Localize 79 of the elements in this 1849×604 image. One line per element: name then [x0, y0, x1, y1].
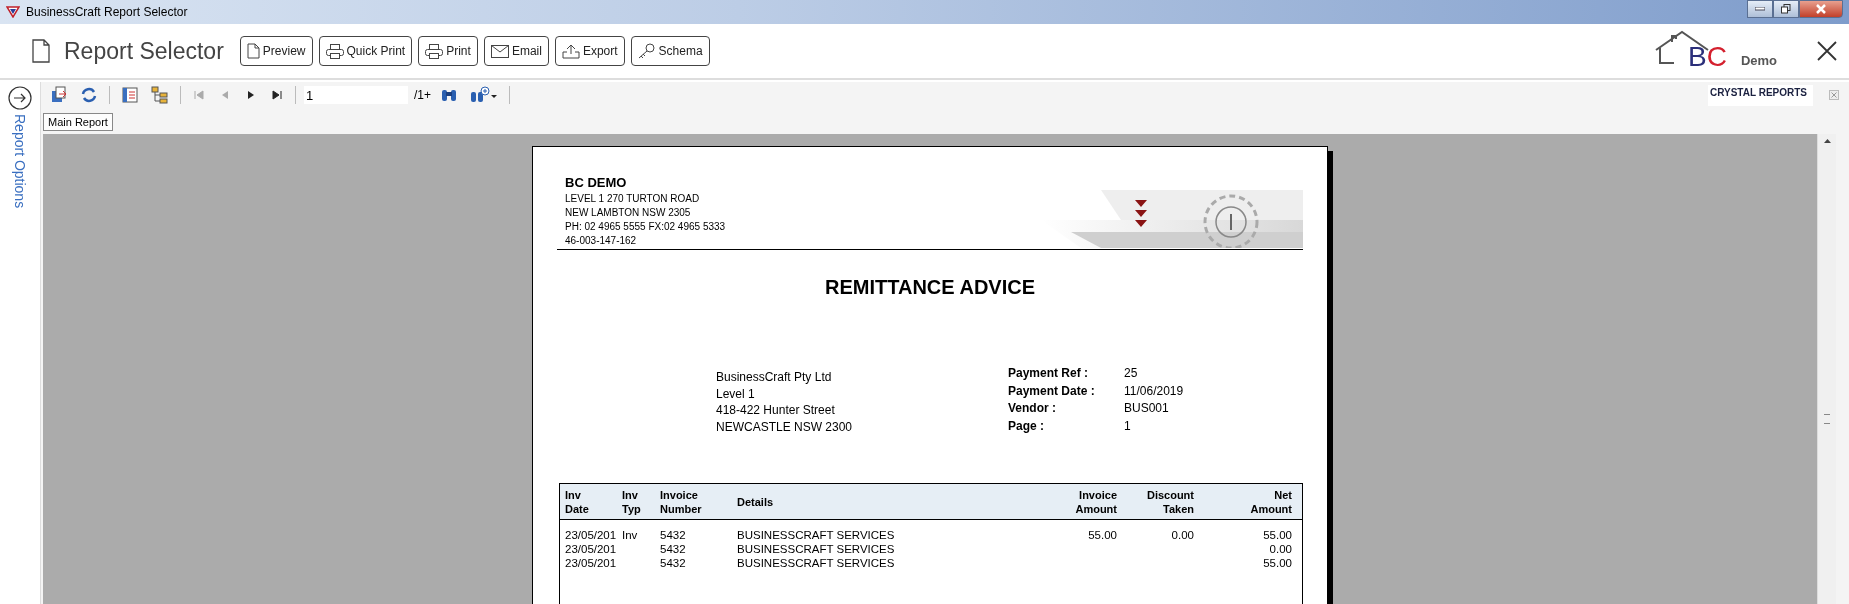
address-line: 418-422 Hunter Street	[716, 402, 836, 419]
page-title: Report Selector	[64, 37, 224, 65]
company-name: BC DEMO	[565, 175, 628, 190]
table-cell: 55.00	[1263, 529, 1292, 541]
scrollbar[interactable]	[1817, 134, 1836, 604]
key-icon	[637, 43, 656, 59]
page-number-field[interactable]: 1	[304, 86, 408, 104]
toolbar-button[interactable]: Export	[554, 36, 625, 66]
field-value: BUS001	[1123, 400, 1170, 417]
tree-icon[interactable]	[151, 86, 169, 104]
scroll-up-icon[interactable]	[1822, 138, 1832, 144]
app-icon	[6, 6, 20, 18]
window-title: BusinessCraft Report Selector	[26, 5, 188, 19]
company-logo: BC Demo	[1653, 30, 1777, 72]
minimize-icon	[1755, 7, 1765, 11]
close-icon	[1815, 4, 1827, 14]
address-line: BusinessCraft Pty Ltd	[716, 369, 833, 386]
document-icon	[32, 39, 50, 63]
report-title: REMITTANCE ADVICE	[824, 276, 1036, 299]
table-cell: 55.00	[1263, 557, 1292, 569]
document-icon	[246, 43, 260, 59]
field-value: 25	[1123, 365, 1139, 382]
upload-tray-icon	[561, 43, 580, 59]
column-header: Invoice Amount	[1074, 488, 1117, 516]
column-header: Inv Date	[565, 488, 590, 516]
column-header: Details	[737, 495, 775, 509]
company-detail: PH: 02 4965 5555 FX:02 4965 5333	[565, 220, 726, 234]
close-icon[interactable]	[1817, 41, 1837, 61]
field-label: Payment Date :	[1008, 382, 1096, 400]
table-cell: 5432	[660, 557, 686, 569]
company-detail: LEVEL 1 270 TURTON ROAD	[565, 192, 701, 206]
expand-arrow-icon[interactable]	[8, 86, 32, 110]
toolbar-button[interactable]: Preview	[239, 36, 313, 66]
printer-icon	[425, 43, 444, 59]
minimize-button[interactable]	[1747, 0, 1773, 18]
binoculars-icon[interactable]	[440, 87, 458, 103]
company-detail: NEW LAMBTON NSW 2305	[565, 206, 692, 220]
export-icon[interactable]	[50, 86, 68, 104]
report-tab[interactable]: Main Report	[43, 113, 113, 131]
field-label: Vendor :	[1008, 400, 1057, 417]
table-cell: 5432	[660, 529, 686, 541]
table-cell: BUSINESSCRAFT SERVICES	[737, 529, 895, 541]
field-value: 1	[1123, 417, 1132, 435]
company-detail: 46-003-147-162	[565, 234, 638, 248]
column-header: Discount Taken	[1145, 488, 1194, 516]
field-value: 11/06/2019	[1123, 382, 1184, 400]
printer-icon	[325, 43, 344, 59]
close-button[interactable]	[1799, 0, 1843, 18]
column-header: Net Amount	[1249, 488, 1292, 516]
toolbar-button[interactable]: Schema	[630, 36, 710, 66]
address-line: Level 1	[716, 385, 756, 402]
table-cell: 23/05/201	[565, 543, 617, 555]
table-cell: BUSINESSCRAFT SERVICES	[737, 543, 895, 555]
toolbar-button[interactable]: Print	[418, 36, 478, 66]
table-cell: 0.00	[1171, 529, 1194, 541]
toolbar-button[interactable]: Quick Print	[318, 36, 413, 66]
restore-icon	[1781, 4, 1791, 14]
table-cell: 55.00	[1088, 529, 1117, 541]
table-cell: 0.00	[1269, 543, 1292, 555]
field-label: Payment Ref :	[1008, 365, 1090, 382]
field-label: Page :	[1008, 417, 1045, 435]
last-page-icon[interactable]	[270, 88, 284, 102]
toolbar-button[interactable]: Email	[483, 36, 549, 66]
page-count: /1+	[414, 88, 431, 102]
report-options-toggle[interactable]: Report Options	[12, 114, 28, 209]
brand-logo: CRYSTAL REPORTS	[1707, 84, 1813, 106]
refresh-icon[interactable]	[80, 86, 98, 104]
envelope-icon	[490, 44, 509, 58]
list-icon[interactable]	[121, 86, 139, 104]
column-header: Invoice Number	[660, 488, 703, 516]
table-cell: 5432	[660, 543, 686, 555]
table-cell: 23/05/201	[565, 529, 617, 541]
restore-button[interactable]	[1773, 0, 1799, 18]
table-cell: 23/05/201	[565, 557, 617, 569]
zoom-icon[interactable]	[470, 86, 498, 104]
column-header: Inv Typ	[622, 488, 642, 516]
address-line: NEWCASTLE NSW 2300	[716, 418, 854, 435]
table-cell: BUSINESSCRAFT SERVICES	[737, 557, 895, 569]
table-cell: Inv	[622, 529, 638, 541]
